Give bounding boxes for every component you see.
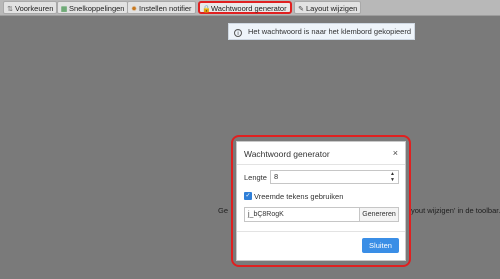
background-text-left: Ge — [218, 206, 229, 215]
sliders-icon: ⇅ — [7, 6, 13, 13]
toolbar-label: Wachtwoord generator — [211, 4, 287, 13]
close-button[interactable]: Sluiten — [362, 238, 399, 253]
background-text-right: yout wijzigen' in de toolbar. — [411, 206, 500, 215]
length-input[interactable]: 8 ▲ ▼ — [270, 170, 399, 184]
password-generator-dialog: Wachtwoord generator × Lengte 8 ▲ ▼ ✓ Vre… — [236, 141, 406, 261]
special-chars-checkbox[interactable]: ✓ — [244, 192, 252, 200]
toolbar-button-voorkeuren[interactable]: ⇅ Voorkeuren — [3, 1, 58, 14]
gear-icon: ✹ — [131, 6, 137, 13]
lock-icon: 🔒 — [202, 6, 211, 13]
toolbar-label: Snelkoppelingen — [69, 4, 125, 13]
toolbar-button-instellen-notifier[interactable]: ✹ Instellen notifier — [127, 1, 196, 14]
generate-button[interactable]: Genereren — [360, 207, 399, 222]
edit-icon: ✎ — [298, 6, 304, 13]
grid-icon: ▦ — [60, 6, 68, 13]
toolbar-label: Layout wijzigen — [306, 4, 358, 13]
toolbar-button-layout-wijzigen[interactable]: ✎ Layout wijzigen — [294, 1, 362, 14]
info-icon: i — [234, 29, 242, 37]
toolbar-button-snelkoppelingen[interactable]: ▦ Snelkoppelingen — [57, 1, 129, 14]
toolbar-label: Voorkeuren — [15, 4, 54, 13]
divider — [237, 231, 405, 232]
dialog-title: Wachtwoord generator — [244, 149, 330, 159]
clipboard-toast: i Het wachtwoord is naar het klembord gek… — [228, 23, 415, 40]
toolbar-label: Instellen notifier — [139, 4, 192, 13]
toolbar-button-wachtwoord-generator[interactable]: 🔒Wachtwoord generator — [198, 1, 292, 14]
spinner-icon[interactable]: ▲ ▼ — [389, 171, 396, 183]
special-chars-label: Vreemde tekens gebruiken — [254, 192, 344, 201]
toolbar: ⇅ Voorkeuren ▦ Snelkoppelingen ✹ Instellen … — [0, 0, 500, 16]
length-label: Lengte — [244, 173, 267, 182]
divider — [237, 164, 405, 165]
close-icon[interactable]: × — [393, 148, 398, 158]
length-value: 8 — [274, 172, 279, 181]
toast-message: Het wachtwoord is naar het klembord geko… — [248, 27, 412, 36]
password-field[interactable]: j_bÇ8RogK — [244, 207, 360, 222]
